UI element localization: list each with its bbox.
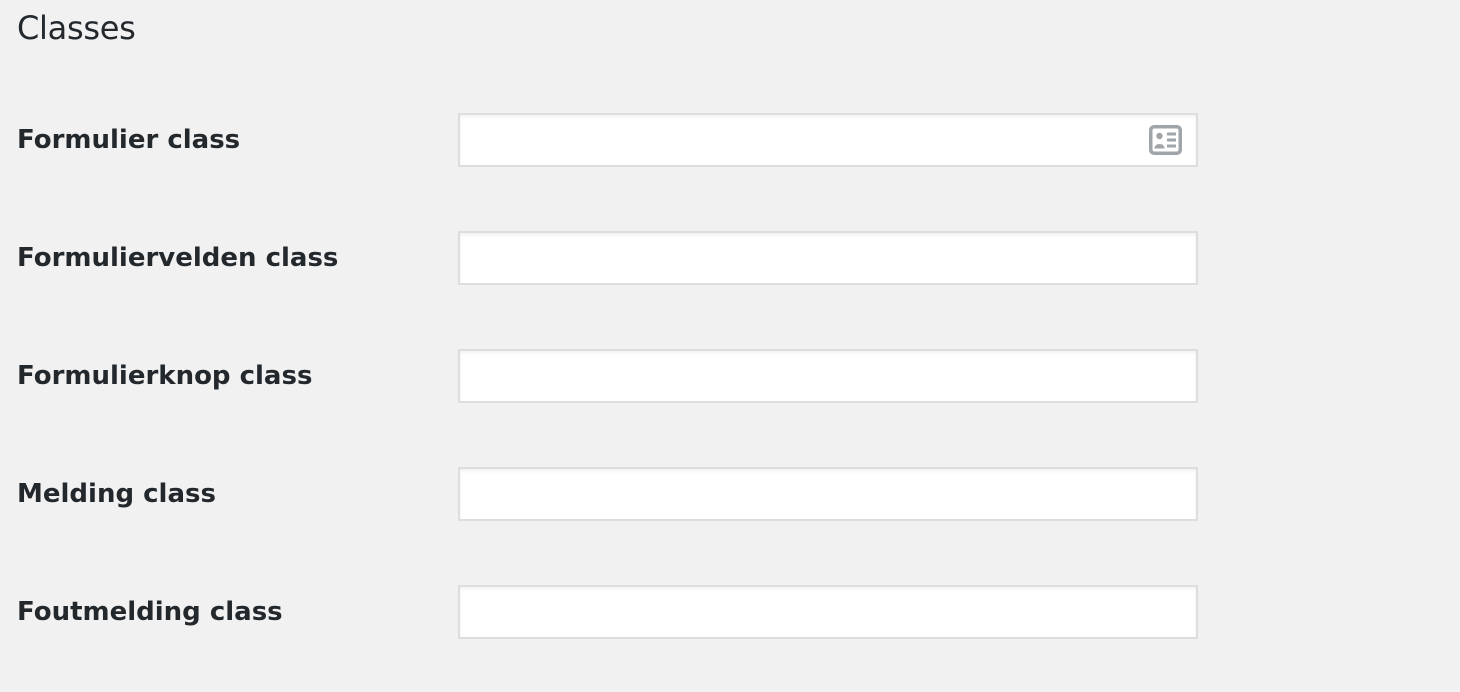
formulier-class-input[interactable] [458,113,1198,167]
formulierknop-class-label: Formulierknop class [17,361,313,391]
melding-class-input[interactable] [458,467,1198,521]
formulier-class-label: Formulier class [17,125,241,155]
form-row-formuliervelden-class: Formuliervelden class [0,231,1460,285]
form-row-formulier-class: Formulier class [0,113,1460,167]
formulierknop-class-input[interactable] [458,349,1198,403]
form-row-melding-class: Melding class [0,467,1460,521]
foutmelding-class-input[interactable] [458,585,1198,639]
form-row-formulierknop-class: Formulierknop class [0,349,1460,403]
contact-card-icon[interactable] [1149,125,1182,155]
formuliervelden-class-label: Formuliervelden class [17,243,339,273]
melding-class-label: Melding class [17,479,216,509]
foutmelding-class-label: Foutmelding class [17,597,283,627]
formuliervelden-class-input[interactable] [458,231,1198,285]
section-title: Classes [17,9,136,47]
form-row-foutmelding-class: Foutmelding class [0,585,1460,639]
